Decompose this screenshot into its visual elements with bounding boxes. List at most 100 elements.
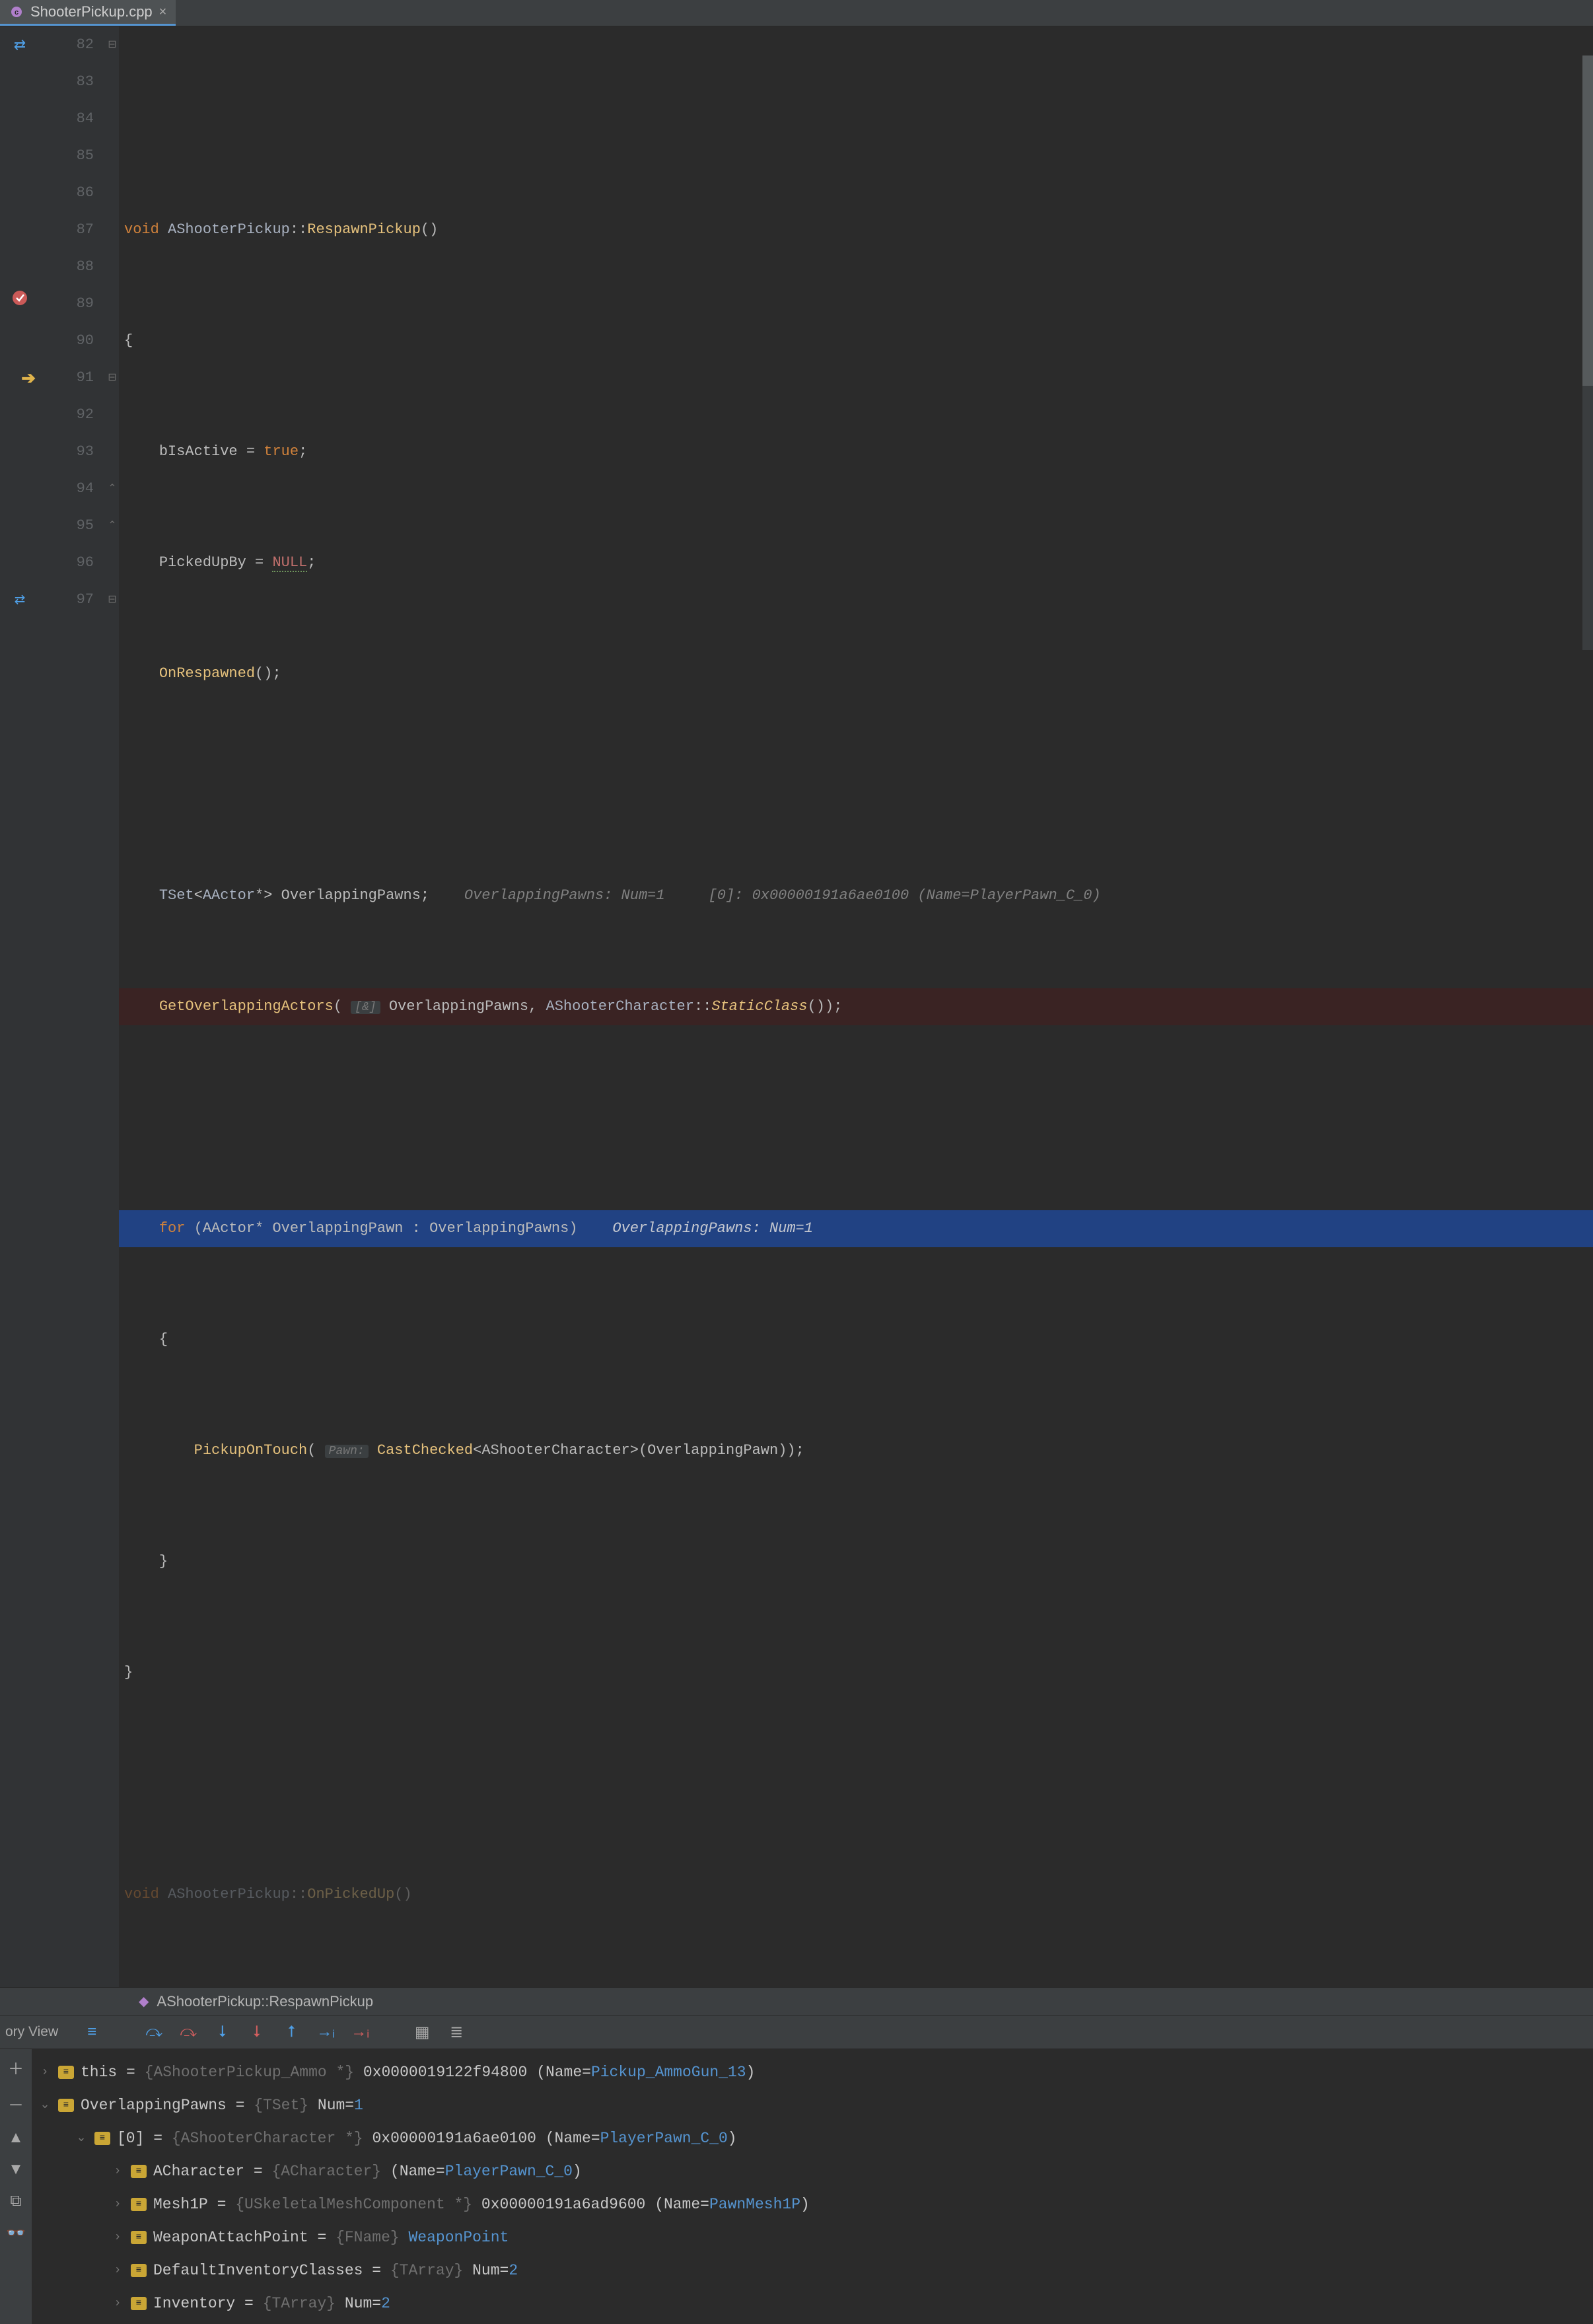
line-num: 95 xyxy=(40,507,94,544)
object-chip-icon: ≡ xyxy=(131,2198,147,2211)
code-line[interactable]: void AShooterPickup::RespawnPickup() xyxy=(119,211,1593,248)
code-line[interactable]: { xyxy=(119,322,1593,359)
code-line[interactable]: } xyxy=(119,1543,1593,1580)
object-chip-icon: ≡ xyxy=(131,2297,147,2310)
line-num: 97 xyxy=(40,581,94,618)
close-icon[interactable]: × xyxy=(159,5,167,20)
editor-area: ⇄ ➔ ⇄ 82 83 84 85 86 87 88 89 90 91 92 9… xyxy=(0,26,1593,1987)
tree-twistie-icon[interactable]: ⌄ xyxy=(38,2089,52,2122)
breadcrumb-text[interactable]: AShooterPickup::RespawnPickup xyxy=(157,1993,373,2010)
code-line[interactable]: TSet<AActor*> OverlappingPawns; Overlapp… xyxy=(119,877,1593,914)
variable-row[interactable]: › ≡ Inventory = {TArray} Num=2 xyxy=(32,2287,1593,2320)
tree-twistie-icon[interactable]: › xyxy=(111,2221,124,2254)
force-step-over-icon[interactable]: ⤼ xyxy=(178,2022,198,2042)
code-line[interactable] xyxy=(119,766,1593,803)
line-num: 87 xyxy=(40,211,94,248)
up-icon[interactable]: ▲ xyxy=(8,2128,24,2147)
line-num: 94 xyxy=(40,470,94,507)
tree-twistie-icon[interactable]: › xyxy=(111,2155,124,2188)
tab-filename: ShooterPickup.cpp xyxy=(30,3,153,20)
settings-icon[interactable]: ≣ xyxy=(446,2022,466,2042)
code-area[interactable]: void AShooterPickup::RespawnPickup() { b… xyxy=(119,26,1593,1987)
variable-row[interactable]: ⌄≡OverlappingPawns = {TSet} Num=1 xyxy=(32,2089,1593,2122)
line-num: 85 xyxy=(40,137,94,174)
variables-side-toolbar: ＋ － ▲ ▼ ⧉ 👓 xyxy=(0,2049,32,2324)
line-num: 92 xyxy=(40,396,94,433)
gutter-icons: ⇄ ➔ ⇄ xyxy=(0,26,40,1987)
force-step-into-icon[interactable]: ⭣ xyxy=(247,2022,267,2042)
remove-watch-icon[interactable]: － xyxy=(8,2092,24,2115)
variables-pane: ＋ － ▲ ▼ ⧉ 👓 ›≡this = {AShooterPickup_Amm… xyxy=(0,2049,1593,2324)
force-run-to-cursor-icon[interactable]: →ᵢ xyxy=(350,2022,370,2042)
inline-value-hint: OverlappingPawns: Num=1 [0]: 0x00000191a… xyxy=(464,887,1101,904)
code-line-current[interactable]: for (AActor* OverlappingPawn : Overlappi… xyxy=(119,1210,1593,1247)
code-line[interactable]: } xyxy=(119,1654,1593,1691)
fold-icon[interactable]: ⊟ xyxy=(106,26,119,63)
code-line[interactable]: PickedUpBy = NULL; xyxy=(119,544,1593,581)
breakpoint-icon[interactable] xyxy=(11,289,28,307)
execution-arrow-icon: ➔ xyxy=(21,368,36,388)
object-chip-icon: ≡ xyxy=(94,2132,110,2145)
object-chip-icon: ≡ xyxy=(131,2264,147,2277)
fold-icon[interactable]: ⊟ xyxy=(106,359,119,396)
code-line[interactable]: PickupOnTouch( Pawn: CastChecked<AShoote… xyxy=(119,1432,1593,1469)
line-num: 91 xyxy=(40,359,94,396)
line-num: 83 xyxy=(40,63,94,100)
variable-row[interactable]: ⌄ ≡ [0] = {AShooterCharacter *} 0x00000191… xyxy=(32,2122,1593,2155)
svg-text:c: c xyxy=(15,9,18,17)
glasses-icon[interactable]: 👓 xyxy=(6,2224,26,2243)
step-out-icon[interactable]: ⭡ xyxy=(281,2022,301,2042)
tab-shooterpickup[interactable]: c ShooterPickup.cpp × xyxy=(0,0,176,26)
fold-icon[interactable]: ⊟ xyxy=(106,581,119,618)
stack-icon[interactable]: ≡ xyxy=(82,2022,102,2042)
variable-row[interactable]: ›≡Mesh1P = {USkeletalMeshComponent *} 0x… xyxy=(32,2188,1593,2221)
variable-text: ACharacter = {ACharacter} (Name=PlayerPa… xyxy=(153,2155,582,2188)
line-num: 89 xyxy=(40,285,94,322)
line-num: 84 xyxy=(40,100,94,137)
line-num: 86 xyxy=(40,174,94,211)
down-icon[interactable]: ▼ xyxy=(8,2160,24,2179)
run-to-cursor-icon[interactable]: →ᵢ xyxy=(316,2022,336,2042)
tree-twistie-icon[interactable]: › xyxy=(111,2287,124,2320)
method-icon: ◆ xyxy=(139,1993,149,2010)
variable-text: DefaultInventoryClasses = {TArray} Num=2 xyxy=(153,2254,518,2287)
code-line[interactable]: void AShooterPickup::OnPickedUp() xyxy=(119,1876,1593,1913)
line-num: 88 xyxy=(40,248,94,285)
code-line[interactable]: { xyxy=(119,1321,1593,1358)
param-hint: Pawn: xyxy=(325,1445,369,1458)
code-line[interactable]: bIsActive = true; xyxy=(119,433,1593,470)
step-into-icon[interactable]: ⭣ xyxy=(213,2022,232,2042)
variable-row[interactable]: › ≡ DefaultInventoryClasses = {TArray} Num… xyxy=(32,2254,1593,2287)
variable-row[interactable]: ›≡CurrentWeapon = {AShooterWeapon_Instan… xyxy=(32,2320,1593,2324)
tree-twistie-icon[interactable]: ⌄ xyxy=(75,2122,88,2155)
variable-row[interactable]: ›≡this = {AShooterPickup_Ammo *} 0x00000… xyxy=(32,2056,1593,2089)
object-chip-icon: ≡ xyxy=(131,2231,147,2244)
code-line-breakpoint[interactable]: GetOverlappingActors( [&] OverlappingPaw… xyxy=(119,988,1593,1025)
variable-text: CurrentWeapon = {AShooterWeapon_Instant … xyxy=(153,2320,882,2324)
variable-text: [0] = {AShooterCharacter *} 0x00000191a6… xyxy=(117,2122,737,2155)
tree-twistie-icon[interactable]: › xyxy=(111,2320,124,2324)
tree-twistie-icon[interactable]: › xyxy=(111,2188,124,2221)
variables-tree[interactable]: ›≡this = {AShooterPickup_Ammo *} 0x00000… xyxy=(32,2049,1593,2324)
overrides-icon[interactable]: ⇄ xyxy=(14,36,26,53)
variable-row[interactable]: › ≡ ACharacter = {ACharacter} (Name=Player… xyxy=(32,2155,1593,2188)
evaluate-icon[interactable]: ▦ xyxy=(412,2022,432,2042)
line-num: 82 xyxy=(40,26,94,63)
inline-value-hint: OverlappingPawns: Num=1 xyxy=(612,1220,813,1237)
code-line[interactable]: OnRespawned(); xyxy=(119,655,1593,692)
overrides-icon[interactable]: ⇄ xyxy=(15,593,26,607)
add-watch-icon[interactable]: ＋ xyxy=(8,2056,24,2079)
copy-icon[interactable]: ⧉ xyxy=(10,2192,21,2210)
variable-text: Inventory = {TArray} Num=2 xyxy=(153,2287,390,2320)
line-num: 96 xyxy=(40,544,94,581)
object-chip-icon: ≡ xyxy=(131,2165,147,2178)
fold-end-icon: ⌃ xyxy=(106,470,119,507)
memory-view-tab[interactable]: ory View xyxy=(5,2024,67,2040)
tree-twistie-icon[interactable]: › xyxy=(111,2254,124,2287)
tree-twistie-icon[interactable]: › xyxy=(38,2056,52,2089)
fold-column: ⊟ ⊟ ⌃ ⌃ ⊟ xyxy=(106,26,119,1987)
code-line[interactable] xyxy=(119,1765,1593,1802)
step-over-icon[interactable]: ⤼ xyxy=(144,2022,164,2042)
code-line[interactable] xyxy=(119,1099,1593,1136)
variable-row[interactable]: ›≡WeaponAttachPoint = {FName} WeaponPoin… xyxy=(32,2221,1593,2254)
